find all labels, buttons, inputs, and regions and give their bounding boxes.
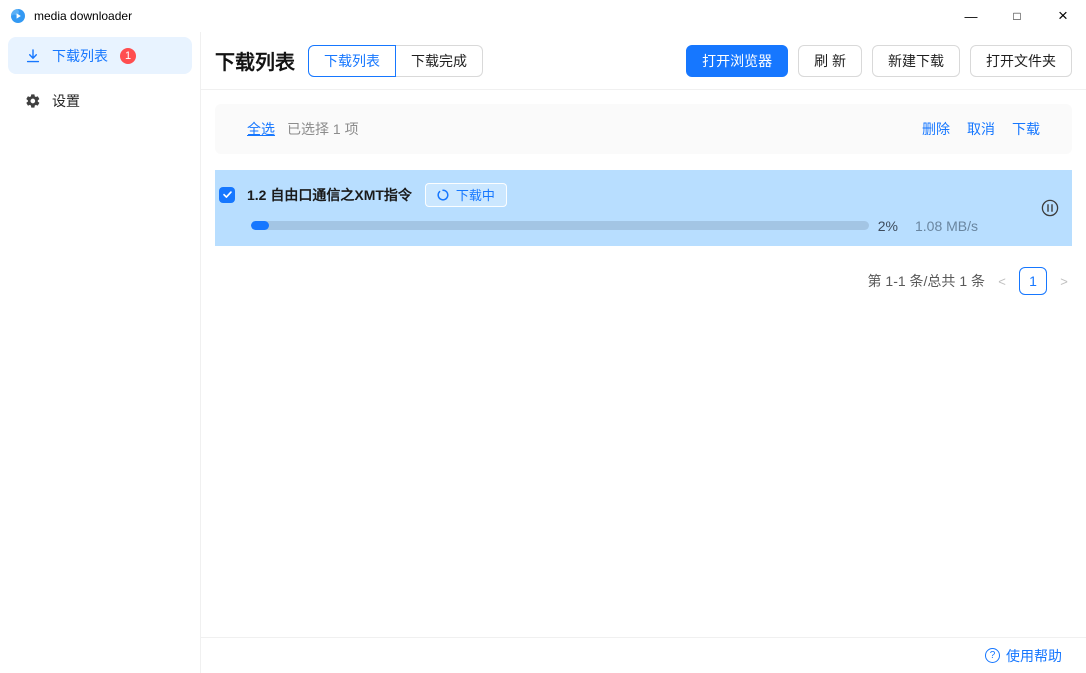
progress-bar bbox=[251, 221, 869, 230]
pause-button[interactable] bbox=[1041, 199, 1059, 217]
download-item-header: 1.2 自由口通信之XMT指令 下载中 bbox=[219, 183, 987, 207]
sidebar-item-label: 下载列表 bbox=[52, 46, 108, 66]
window-controls: — □ × bbox=[948, 0, 1086, 32]
open-folder-button[interactable]: 打开文件夹 bbox=[970, 45, 1072, 77]
main-footer: ? 使用帮助 bbox=[201, 637, 1086, 673]
download-item-title: 1.2 自由口通信之XMT指令 bbox=[247, 185, 412, 205]
tab-download-list[interactable]: 下载列表 bbox=[308, 45, 396, 77]
maximize-button[interactable]: □ bbox=[994, 0, 1040, 32]
pagination-summary: 第 1-1 条/总共 1 条 bbox=[868, 271, 985, 291]
toolbar-actions: 删除 取消 下载 bbox=[922, 119, 1040, 139]
new-download-button[interactable]: 新建下载 bbox=[872, 45, 960, 77]
gear-icon bbox=[25, 93, 41, 109]
content-area: 全选 已选择 1 项 删除 取消 下载 bbox=[201, 90, 1086, 637]
item-checkbox[interactable] bbox=[219, 187, 235, 203]
sidebar-item-label: 设置 bbox=[52, 91, 80, 111]
header-buttons: 打开浏览器 刷 新 新建下载 打开文件夹 bbox=[686, 45, 1072, 77]
prev-page-arrow[interactable]: < bbox=[994, 274, 1010, 289]
main-header: 下载列表 下载列表 下载完成 打开浏览器 刷 新 新建下载 打开文件夹 bbox=[201, 32, 1086, 90]
app-body: 下载列表 1 设置 下载列表 下载列表 下载完成 bbox=[0, 32, 1086, 673]
refresh-button[interactable]: 刷 新 bbox=[798, 45, 862, 77]
help-label: 使用帮助 bbox=[1006, 646, 1062, 666]
main-panel: 下载列表 下载列表 下载完成 打开浏览器 刷 新 新建下载 打开文件夹 全选 已… bbox=[201, 32, 1086, 673]
minimize-button[interactable]: — bbox=[948, 0, 994, 32]
loading-spinner-icon bbox=[437, 189, 449, 201]
tab-download-complete[interactable]: 下载完成 bbox=[396, 45, 483, 77]
app-window: media downloader — □ × 下载列表 1 bbox=[0, 0, 1086, 673]
window-title: media downloader bbox=[34, 9, 132, 23]
status-label: 下载中 bbox=[456, 185, 495, 204]
notification-badge: 1 bbox=[120, 48, 136, 64]
selection-toolbar: 全选 已选择 1 项 删除 取消 下载 bbox=[215, 104, 1072, 154]
pagination: 第 1-1 条/总共 1 条 < 1 > bbox=[215, 267, 1072, 295]
page-1-button[interactable]: 1 bbox=[1019, 267, 1047, 295]
list-tabs: 下载列表 下载完成 bbox=[308, 45, 483, 77]
cancel-link[interactable]: 取消 bbox=[967, 119, 995, 139]
download-item-main: 1.2 自由口通信之XMT指令 下载中 bbox=[219, 183, 987, 234]
delete-link[interactable]: 删除 bbox=[922, 119, 950, 139]
sidebar-item-settings[interactable]: 设置 bbox=[8, 82, 192, 119]
download-icon bbox=[25, 48, 41, 64]
open-browser-button[interactable]: 打开浏览器 bbox=[686, 45, 788, 77]
download-item-row: 1.2 自由口通信之XMT指令 下载中 bbox=[215, 170, 1072, 246]
sidebar: 下载列表 1 设置 bbox=[0, 32, 201, 673]
progress-fill bbox=[251, 221, 269, 230]
page-title: 下载列表 bbox=[215, 46, 295, 75]
download-link[interactable]: 下载 bbox=[1012, 119, 1040, 139]
progress-percent: 2% bbox=[878, 218, 898, 234]
download-progress-line: 2% 1.08 MB/s bbox=[251, 218, 987, 234]
select-all-link[interactable]: 全选 bbox=[247, 119, 275, 139]
app-logo-icon bbox=[10, 8, 26, 24]
status-badge: 下载中 bbox=[425, 183, 507, 207]
help-link[interactable]: ? 使用帮助 bbox=[985, 646, 1062, 666]
selection-status: 已选择 1 项 bbox=[287, 119, 359, 139]
question-circle-icon: ? bbox=[985, 648, 1000, 663]
sidebar-item-download-list[interactable]: 下载列表 1 bbox=[8, 37, 192, 74]
download-speed: 1.08 MB/s bbox=[915, 218, 987, 234]
title-bar: media downloader — □ × bbox=[0, 0, 1086, 32]
empty-space bbox=[215, 295, 1072, 623]
next-page-arrow[interactable]: > bbox=[1056, 274, 1072, 289]
close-button[interactable]: × bbox=[1040, 0, 1086, 32]
checkmark-icon bbox=[222, 189, 233, 200]
pause-icon bbox=[1041, 199, 1059, 217]
